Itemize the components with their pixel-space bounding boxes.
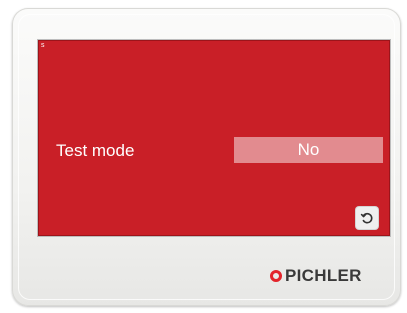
brand-circle-icon (270, 270, 282, 282)
corner-label: s (41, 42, 45, 49)
test-mode-value[interactable]: No (234, 137, 383, 163)
brand-logo: PICHLER (270, 266, 362, 286)
display-screen: s Test mode No (38, 40, 390, 236)
test-mode-label: Test mode (56, 141, 135, 160)
back-button[interactable] (356, 207, 378, 229)
undo-icon (360, 212, 373, 224)
brand-name: PICHLER (285, 266, 362, 285)
